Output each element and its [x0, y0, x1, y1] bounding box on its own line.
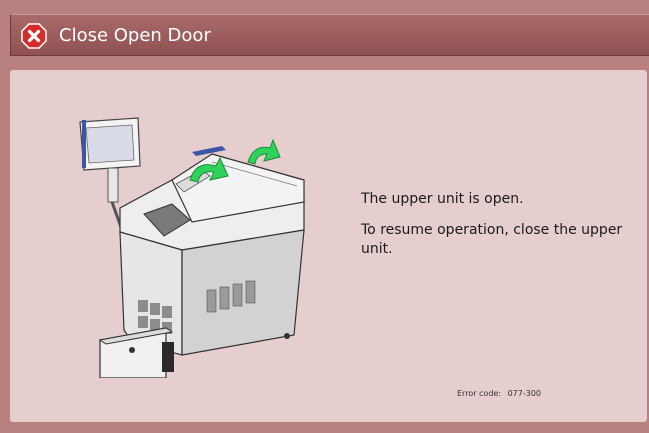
dialog-content-panel: The upper unit is open. To resume operat… — [10, 70, 647, 422]
error-code: Error code: 077-300 — [457, 389, 545, 398]
dialog-window: Close Open Door The upper unit is open. … — [0, 0, 649, 433]
error-x-icon — [21, 23, 47, 49]
dialog-title: Close Open Door — [59, 25, 211, 46]
message-line-2: To resume operation, close the upper uni… — [361, 222, 623, 257]
error-code-value: 077-300 — [507, 389, 542, 398]
printer-upper-unit-open-illustration — [79, 117, 305, 378]
message-line-1: The upper unit is open. — [361, 191, 524, 207]
message-text: The upper unit is open. To resume operat… — [361, 190, 626, 271]
dialog-title-bar: Close Open Door — [10, 14, 649, 56]
error-code-label: Error code: — [457, 389, 502, 398]
